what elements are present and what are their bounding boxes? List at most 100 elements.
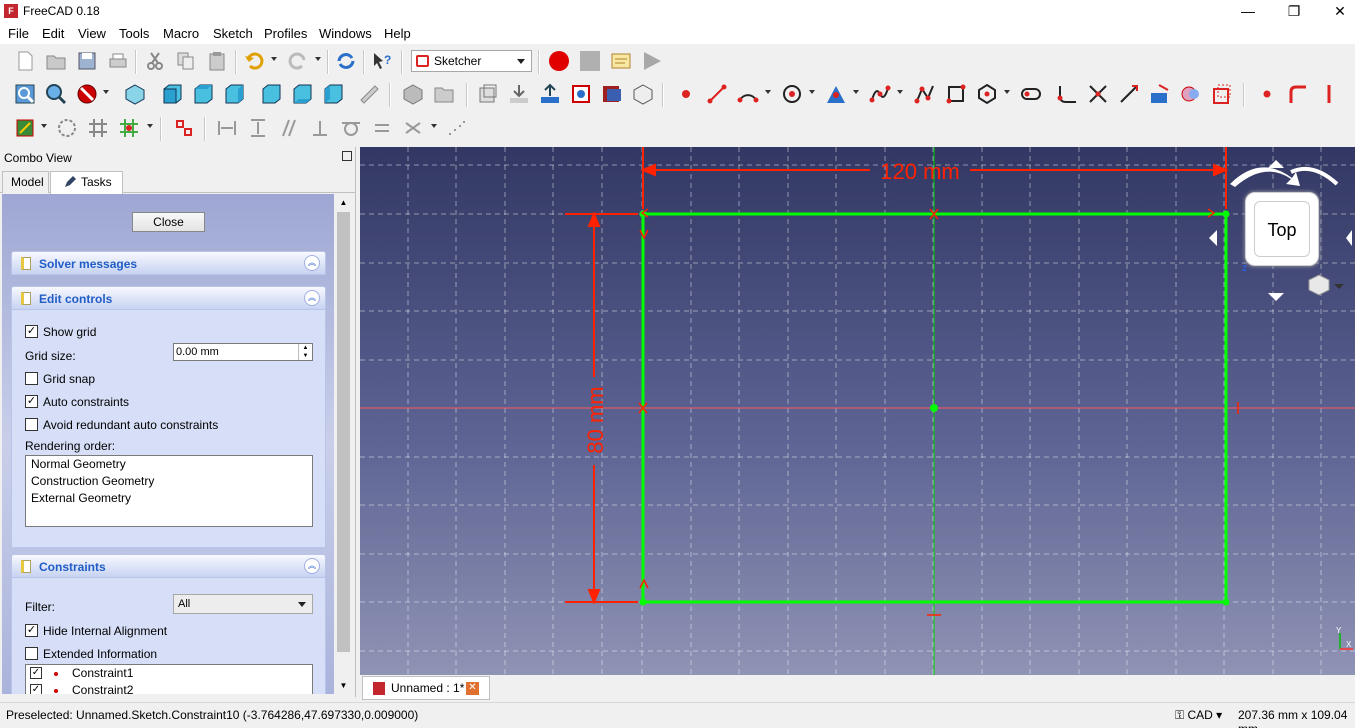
list-item[interactable]: Normal Geometry bbox=[26, 456, 312, 473]
create-sketch-icon[interactable] bbox=[477, 83, 499, 105]
menu-windows[interactable]: Windows bbox=[319, 26, 372, 41]
point-icon[interactable] bbox=[675, 83, 697, 105]
map-sketch-icon[interactable] bbox=[601, 83, 623, 105]
undo-dropdown-icon[interactable] bbox=[271, 57, 277, 61]
constraint-dropdown-icon[interactable] bbox=[431, 124, 437, 128]
collapse-icon[interactable]: ︽ bbox=[304, 255, 320, 271]
dimension-label-vertical[interactable]: 80 mm bbox=[583, 386, 608, 453]
tab-tasks[interactable]: Tasks bbox=[50, 171, 123, 194]
maximize-button[interactable]: ❐ bbox=[1271, 0, 1317, 23]
view-top-icon[interactable] bbox=[192, 83, 214, 105]
view-sketch-icon[interactable] bbox=[539, 83, 561, 105]
extend-icon[interactable] bbox=[1118, 83, 1140, 105]
view-section-icon[interactable] bbox=[570, 83, 592, 105]
copy-icon[interactable] bbox=[175, 50, 197, 72]
view-front-icon[interactable] bbox=[161, 83, 183, 105]
redo-icon[interactable] bbox=[287, 50, 309, 72]
hide-internal-alignment-checkbox[interactable]: ✓ bbox=[25, 624, 38, 637]
conic-icon[interactable] bbox=[825, 83, 847, 105]
leave-sketch-icon[interactable] bbox=[508, 83, 530, 105]
constrain-symmetric-icon[interactable] bbox=[402, 117, 424, 139]
view-rear-icon[interactable] bbox=[260, 83, 282, 105]
paste-icon[interactable] bbox=[206, 50, 228, 72]
rendering-order-list[interactable]: Normal Geometry Construction Geometry Ex… bbox=[25, 455, 313, 527]
undo-icon[interactable] bbox=[243, 50, 265, 72]
list-item[interactable]: ✓ Constraint2 bbox=[26, 682, 312, 694]
constrain-parallel-icon[interactable] bbox=[278, 117, 300, 139]
task-scrollbar[interactable]: ▲ ▼ bbox=[335, 194, 352, 694]
undock-icon[interactable] bbox=[342, 151, 352, 161]
constrain-vertical-distance-icon[interactable] bbox=[247, 117, 269, 139]
list-item[interactable]: ✓ Constraint1 bbox=[26, 665, 312, 682]
filter-select[interactable]: All bbox=[173, 594, 313, 614]
navcube-face-top[interactable]: Top bbox=[1254, 201, 1310, 257]
close-window-button[interactable]: ✕ bbox=[1317, 0, 1355, 23]
3d-viewport[interactable]: 120 mm 80 mm z Y X Top bbox=[360, 147, 1355, 675]
arc-dropdown-icon[interactable] bbox=[765, 90, 771, 94]
open-folder-icon[interactable] bbox=[45, 50, 67, 72]
menu-profiles[interactable]: Profiles bbox=[264, 26, 307, 41]
edit-macro-icon[interactable] bbox=[610, 50, 632, 72]
arc-icon[interactable] bbox=[737, 83, 759, 105]
whats-this-icon[interactable]: ? bbox=[371, 50, 393, 72]
bspline-tools-dropdown-icon[interactable] bbox=[147, 124, 153, 128]
save-icon[interactable] bbox=[76, 50, 98, 72]
polygon-icon[interactable] bbox=[976, 83, 998, 105]
document-tab[interactable]: Unnamed : 1* ✕ bbox=[362, 676, 490, 700]
stop-macro-icon[interactable] bbox=[579, 50, 601, 72]
scrollbar-thumb[interactable] bbox=[337, 212, 350, 652]
view-isometric-icon[interactable] bbox=[124, 83, 146, 105]
menu-file[interactable]: File bbox=[8, 26, 29, 41]
view-bottom-icon[interactable] bbox=[291, 83, 313, 105]
fit-all-icon[interactable] bbox=[14, 83, 36, 105]
rectangular-array-icon[interactable] bbox=[445, 117, 467, 139]
collapse-icon[interactable]: ︽ bbox=[304, 558, 320, 574]
menu-view[interactable]: View bbox=[78, 26, 106, 41]
external-geometry-icon[interactable] bbox=[1149, 83, 1171, 105]
constrain-coincident-icon[interactable] bbox=[1256, 83, 1278, 105]
minimize-button[interactable]: — bbox=[1225, 0, 1271, 23]
circle-dropdown-icon[interactable] bbox=[809, 90, 815, 94]
polyline-icon[interactable] bbox=[914, 83, 936, 105]
measure-distance-icon[interactable] bbox=[358, 83, 380, 105]
construction-mode-icon[interactable] bbox=[1211, 83, 1233, 105]
navcube-mini-cube-icon[interactable] bbox=[1308, 274, 1344, 296]
line-icon[interactable] bbox=[706, 83, 728, 105]
workbench-selector[interactable]: Sketcher bbox=[411, 50, 532, 72]
constrain-vertical-icon[interactable] bbox=[1318, 83, 1340, 105]
navigation-cube[interactable]: Top bbox=[1245, 192, 1319, 266]
constrain-point-on-object-icon[interactable] bbox=[1287, 83, 1309, 105]
list-item[interactable]: Construction Geometry bbox=[26, 473, 312, 490]
menu-tools[interactable]: Tools bbox=[119, 26, 149, 41]
rectangle-icon[interactable] bbox=[945, 83, 967, 105]
cut-icon[interactable] bbox=[144, 50, 166, 72]
auto-constraints-checkbox[interactable]: ✓ bbox=[25, 395, 38, 408]
sketch-canvas[interactable]: 120 mm 80 mm z Y X bbox=[360, 147, 1355, 675]
menu-sketch[interactable]: Sketch bbox=[213, 26, 253, 41]
sketcher-b-spline-tools-icon[interactable] bbox=[118, 117, 140, 139]
grid-snap-checkbox[interactable] bbox=[25, 372, 38, 385]
constraint-checkbox[interactable]: ✓ bbox=[30, 684, 42, 694]
sketcher-geometry-tools-icon[interactable] bbox=[14, 117, 36, 139]
refresh-icon[interactable] bbox=[335, 50, 357, 72]
tab-model[interactable]: Model bbox=[2, 171, 49, 193]
draw-style-dropdown-icon[interactable] bbox=[103, 90, 109, 94]
menu-help[interactable]: Help bbox=[384, 26, 411, 41]
constraints-list[interactable]: ✓ Constraint1 ✓ Constraint2 bbox=[25, 664, 313, 694]
carbon-copy-icon[interactable] bbox=[1180, 83, 1202, 105]
dimension-label-horizontal[interactable]: 120 mm bbox=[880, 159, 959, 184]
slot-icon[interactable] bbox=[1020, 83, 1042, 105]
bspline-icon[interactable] bbox=[869, 83, 891, 105]
navigation-style-selector[interactable]: ⚿ CAD ▾ bbox=[1175, 708, 1222, 723]
menu-edit[interactable]: Edit bbox=[42, 26, 64, 41]
record-macro-icon[interactable] bbox=[548, 50, 570, 72]
view-left-icon[interactable] bbox=[322, 83, 344, 105]
spin-arrows-icon[interactable]: ▲ ▼ bbox=[298, 344, 312, 360]
geometry-tools-dropdown-icon[interactable] bbox=[41, 124, 47, 128]
run-macro-icon[interactable] bbox=[641, 50, 663, 72]
reorient-sketch-icon[interactable] bbox=[632, 83, 654, 105]
virtual-space-icon[interactable] bbox=[173, 117, 195, 139]
close-tab-icon[interactable]: ✕ bbox=[466, 682, 479, 695]
constrain-tangent-icon[interactable] bbox=[340, 117, 362, 139]
circle-icon[interactable] bbox=[781, 83, 803, 105]
